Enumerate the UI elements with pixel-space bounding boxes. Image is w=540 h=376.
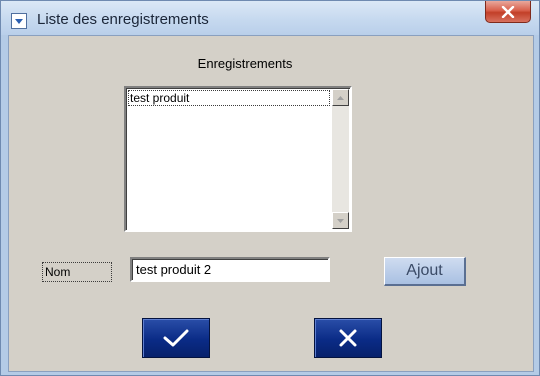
scroll-up-button[interactable]	[332, 89, 349, 106]
add-button[interactable]: Ajout	[384, 257, 466, 286]
close-icon	[501, 5, 515, 18]
scroll-down-button[interactable]	[332, 212, 349, 229]
dialog-window: Liste des enregistrements Enregistrement…	[0, 0, 540, 376]
window-title: Liste des enregistrements	[37, 11, 209, 28]
app-window-icon	[11, 13, 27, 29]
x-icon	[339, 329, 357, 347]
arrow-down-icon	[337, 218, 344, 223]
checkmark-icon	[163, 329, 189, 347]
name-input[interactable]	[130, 257, 330, 282]
window-close-button[interactable]	[485, 1, 531, 23]
ok-button[interactable]	[142, 318, 210, 358]
records-listbox[interactable]: test produit	[124, 86, 352, 232]
cancel-button[interactable]	[314, 318, 382, 358]
name-label: Nom	[42, 262, 112, 282]
records-scrollbar[interactable]	[332, 89, 349, 229]
list-item[interactable]: test produit	[128, 90, 330, 106]
arrow-up-icon	[337, 95, 344, 100]
title-bar[interactable]: Liste des enregistrements	[1, 1, 539, 35]
records-list: test produit	[128, 90, 330, 228]
records-heading: Enregistrements	[197, 56, 293, 71]
dialog-body: Enregistrements test produit Nom test pr…	[8, 35, 534, 372]
